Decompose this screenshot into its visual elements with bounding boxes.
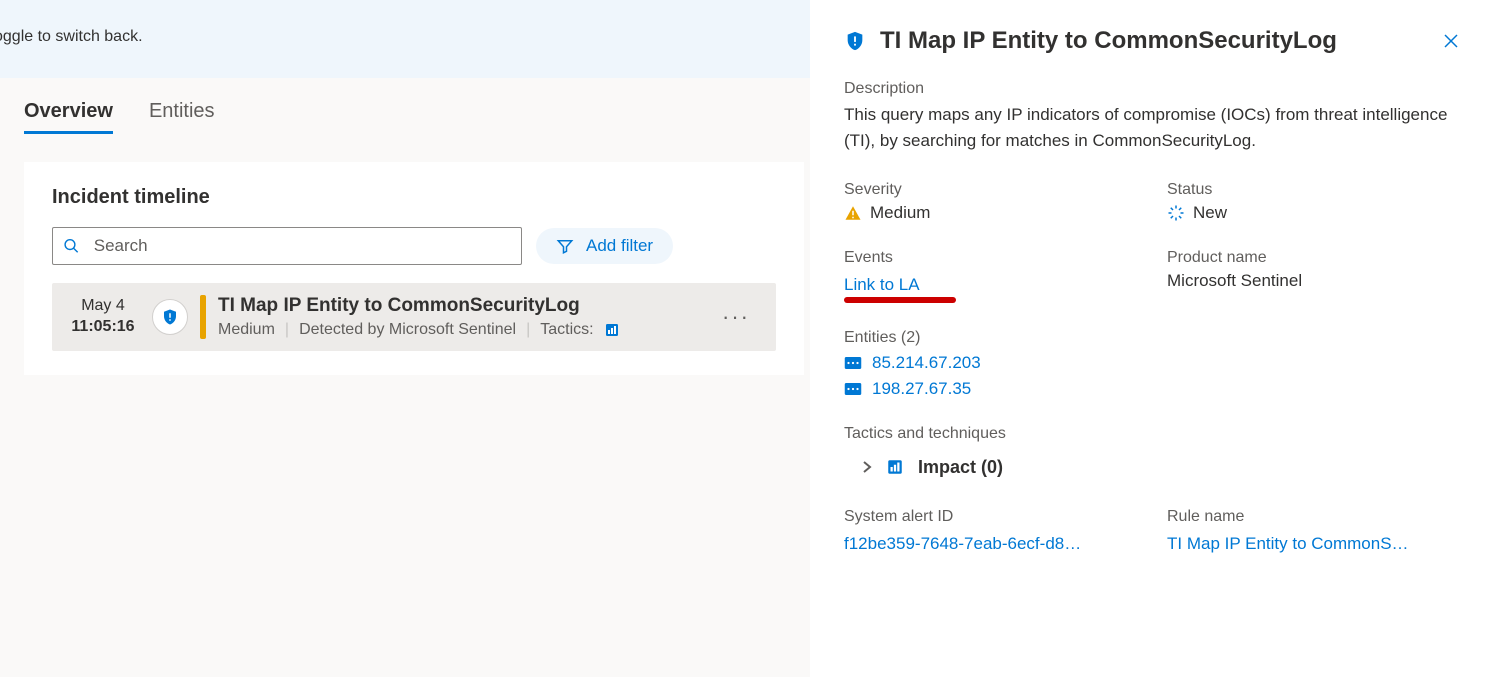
add-filter-label: Add filter: [586, 236, 653, 256]
more-actions-button[interactable]: ···: [716, 304, 756, 330]
tab-overview[interactable]: Overview: [24, 100, 113, 134]
tactic-impact-icon: [886, 458, 904, 476]
alert-id-link[interactable]: f12be359-7648-7eab-6ecf-d8…: [844, 534, 1081, 554]
severity-text: Medium: [870, 203, 930, 223]
status-value: New: [1167, 203, 1466, 223]
panel-header: TI Map IP Entity to CommonSecurityLog: [844, 26, 1466, 56]
tactic-impact-icon: [604, 322, 620, 338]
close-button[interactable]: [1436, 26, 1466, 56]
status-new-icon: [1167, 204, 1185, 222]
status-text: New: [1193, 203, 1227, 223]
chevron-right-icon: [862, 460, 872, 474]
timeline-title: TI Map IP Entity to CommonSecurityLog: [218, 295, 704, 317]
product-value: Microsoft Sentinel: [1167, 271, 1466, 291]
ip-icon: [844, 356, 862, 370]
field-grid: Severity Medium Status New Events Link t…: [844, 181, 1466, 303]
severity-field: Severity Medium: [844, 181, 1143, 223]
entities-section: Entities (2) 85.214.67.203 198.27.67.35: [844, 329, 1466, 399]
bottom-grid: System alert ID f12be359-7648-7eab-6ecf-…: [844, 508, 1466, 554]
description-label: Description: [844, 80, 1466, 98]
timeline-heading: Incident timeline: [52, 186, 776, 209]
status-field: Status New: [1167, 181, 1466, 223]
entity-ip-row[interactable]: 198.27.67.35: [844, 379, 1466, 399]
events-label: Events: [844, 249, 1143, 267]
banner-text: oggle to switch back.: [0, 28, 143, 45]
separator: |: [526, 321, 530, 339]
alert-shield-icon: [152, 299, 188, 335]
timeline-date-day: May 4: [66, 296, 140, 317]
entity-ip-text: 198.27.67.35: [872, 379, 971, 399]
rule-name-label: Rule name: [1167, 508, 1466, 526]
tactics-label: Tactics and techniques: [844, 425, 1466, 443]
timeline-date: May 4 11:05:16: [66, 296, 140, 338]
rule-name-link[interactable]: TI Map IP Entity to CommonS…: [1167, 534, 1409, 554]
events-field: Events Link to LA: [844, 249, 1143, 303]
severity-label: Severity: [844, 181, 1143, 199]
timeline-meta: Medium | Detected by Microsoft Sentinel …: [218, 321, 704, 339]
description-text: This query maps any IP indicators of com…: [844, 102, 1466, 155]
entity-ip-row[interactable]: 85.214.67.203: [844, 353, 1466, 373]
annotation-underline: [844, 297, 956, 303]
entity-ip-text: 85.214.67.203: [872, 353, 981, 373]
severity-value: Medium: [844, 203, 1143, 223]
search-box[interactable]: [52, 227, 522, 265]
timeline-detected-by: Detected by Microsoft Sentinel: [299, 321, 516, 339]
product-field: Product name Microsoft Sentinel: [1167, 249, 1466, 303]
search-icon: [63, 237, 80, 255]
timeline-date-time: 11:05:16: [66, 317, 140, 338]
warning-triangle-icon: [844, 204, 862, 222]
main-column: Overview Entities Incident timeline Add …: [24, 100, 804, 375]
timeline-severity: Medium: [218, 321, 275, 339]
entities-label: Entities (2): [844, 329, 1466, 347]
alert-id-label: System alert ID: [844, 508, 1143, 526]
shield-icon: [844, 29, 866, 53]
tabs: Overview Entities: [24, 100, 804, 134]
status-label: Status: [1167, 181, 1466, 199]
panel-title: TI Map IP Entity to CommonSecurityLog: [880, 27, 1422, 55]
events-link[interactable]: Link to LA: [844, 275, 920, 295]
search-row: Add filter: [52, 227, 776, 265]
severity-bar: [200, 295, 206, 339]
add-filter-button[interactable]: Add filter: [536, 228, 673, 264]
details-panel: TI Map IP Entity to CommonSecurityLog De…: [810, 0, 1500, 677]
timeline-body: TI Map IP Entity to CommonSecurityLog Me…: [218, 295, 704, 339]
search-input[interactable]: [94, 236, 511, 256]
separator: |: [285, 321, 289, 339]
tactics-section: Tactics and techniques Impact (0): [844, 425, 1466, 478]
ip-icon: [844, 382, 862, 396]
incident-timeline-card: Incident timeline Add filter May 4 11:05…: [24, 162, 804, 375]
timeline-tactics-label: Tactics:: [540, 321, 593, 339]
close-icon: [1442, 32, 1460, 50]
rule-name-field: Rule name TI Map IP Entity to CommonS…: [1167, 508, 1466, 554]
tab-entities[interactable]: Entities: [149, 100, 215, 134]
tactic-row[interactable]: Impact (0): [862, 457, 1466, 478]
product-label: Product name: [1167, 249, 1466, 267]
alert-id-field: System alert ID f12be359-7648-7eab-6ecf-…: [844, 508, 1143, 554]
tactic-name: Impact (0): [918, 457, 1003, 478]
filter-icon: [556, 237, 574, 255]
timeline-item[interactable]: May 4 11:05:16 TI Map IP Entity to Commo…: [52, 283, 776, 351]
